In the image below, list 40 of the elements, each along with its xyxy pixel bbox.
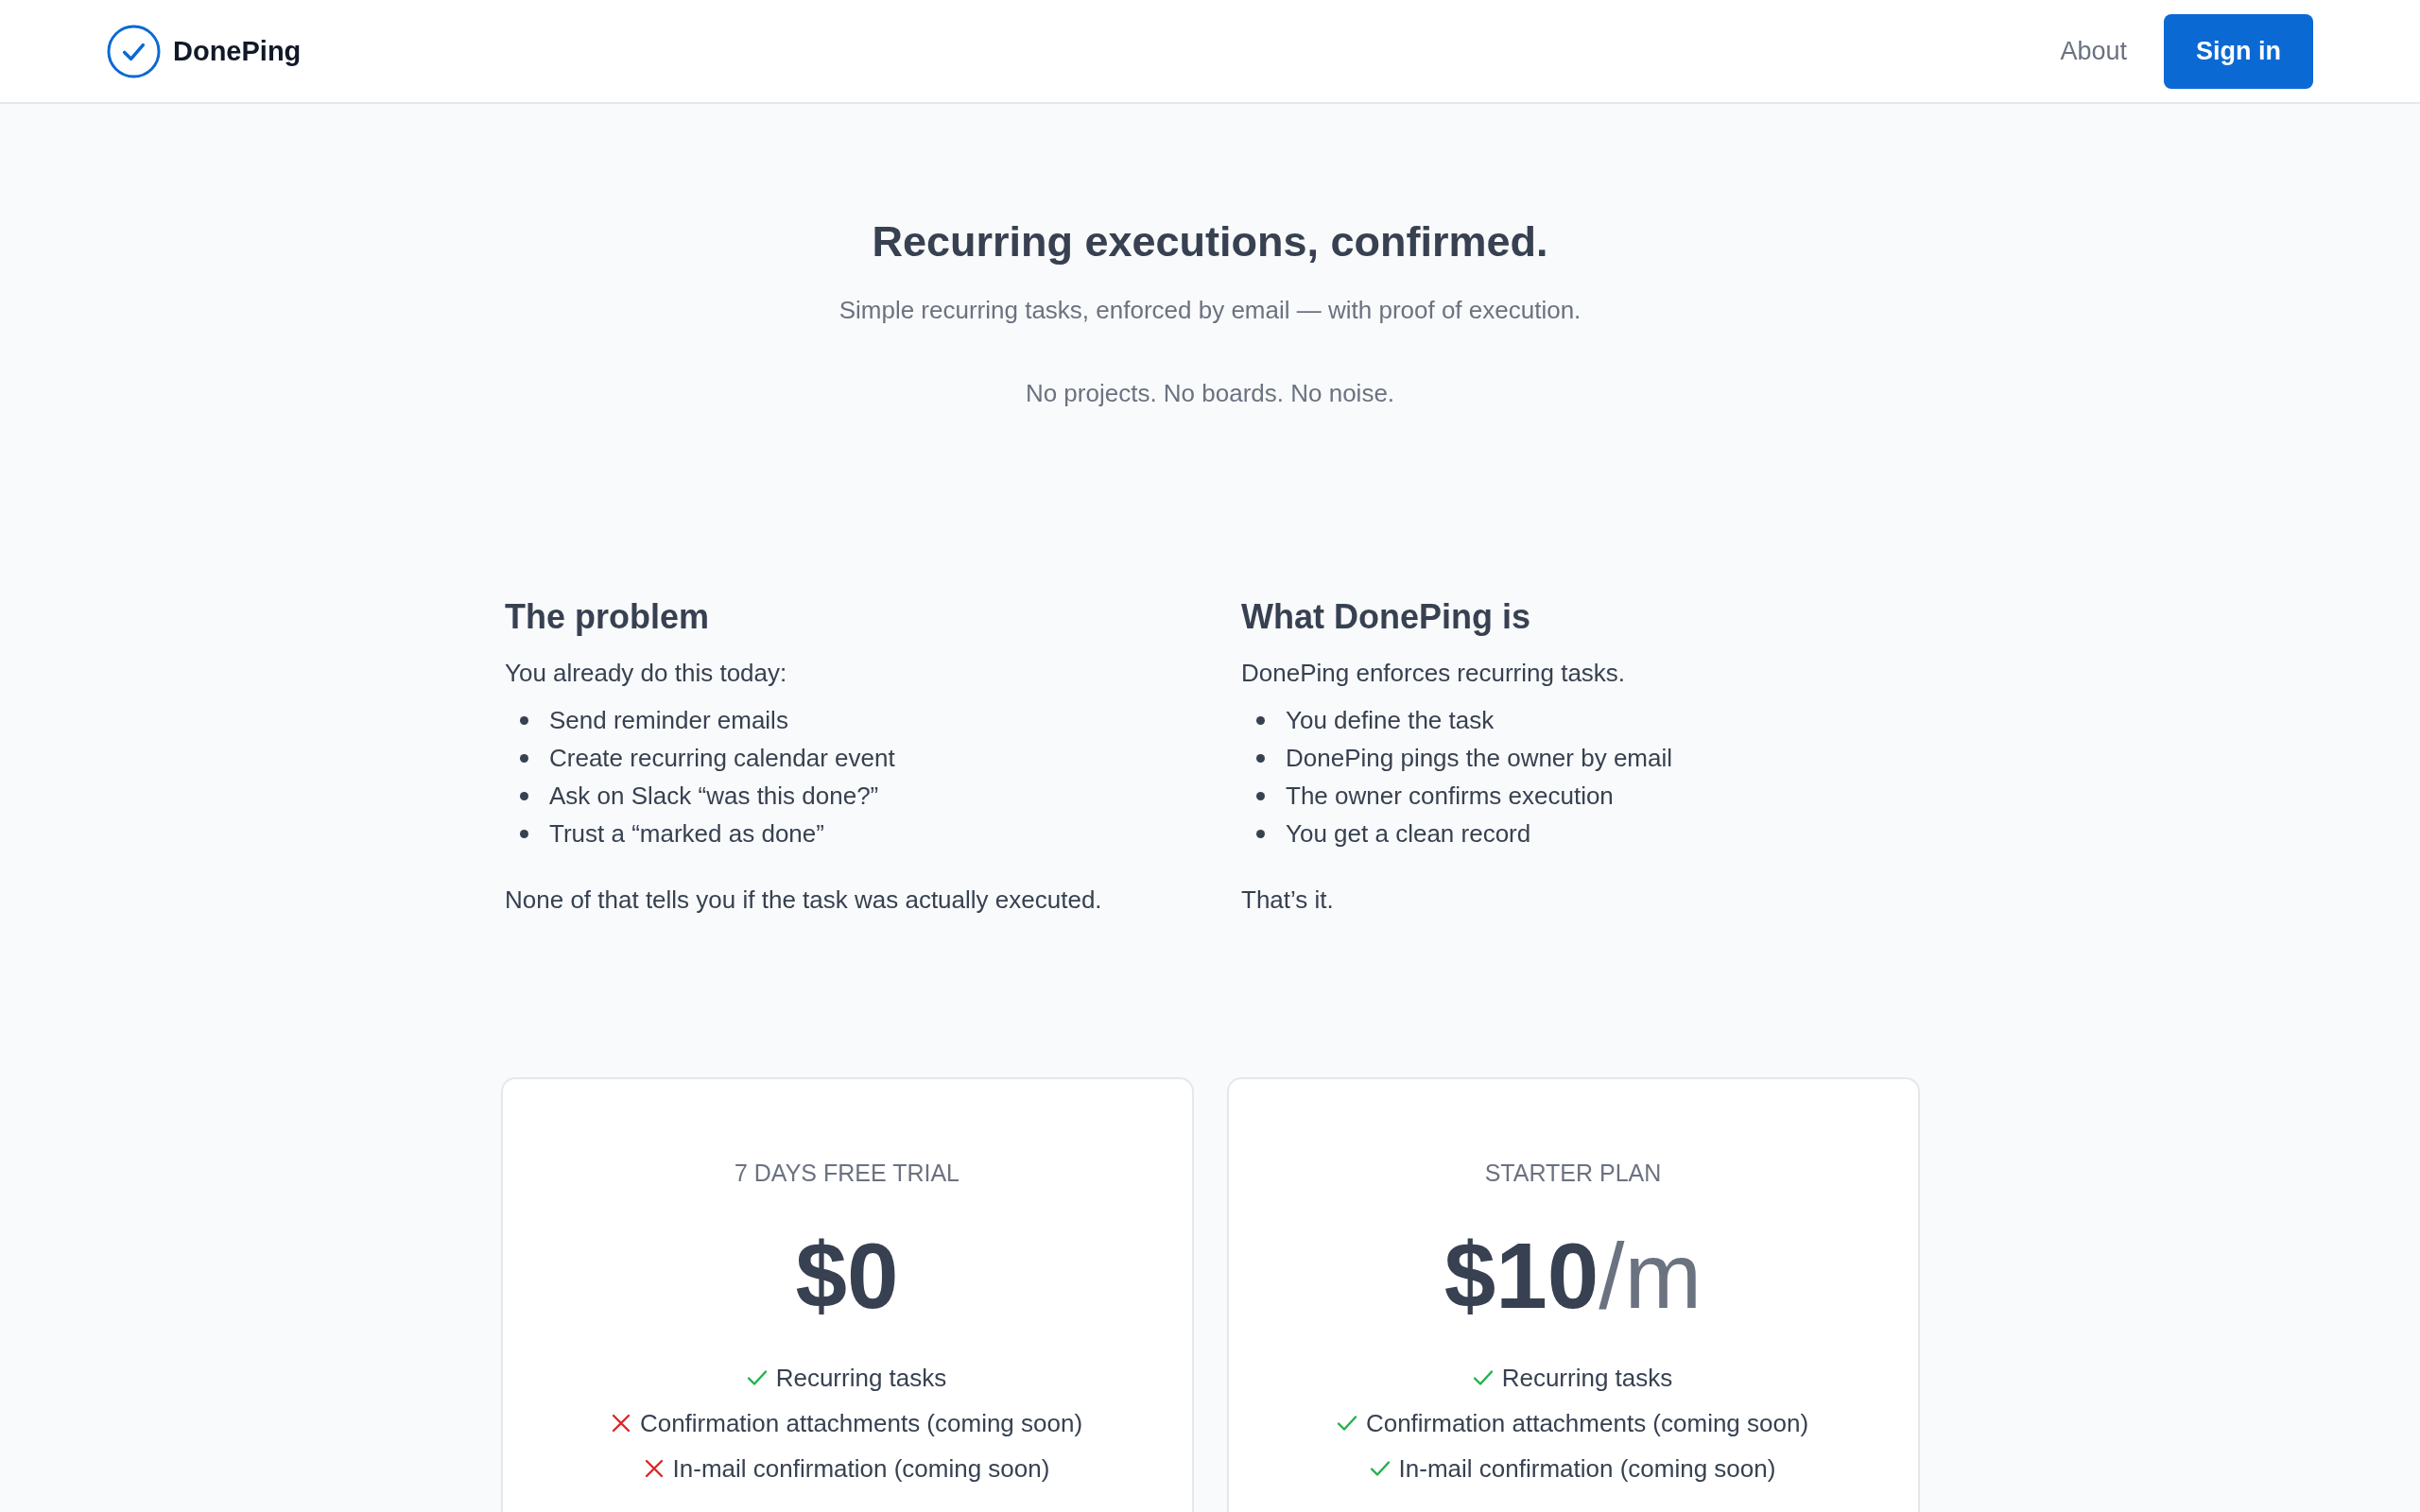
section-conclusion: None of that tells you if the task was actually executed. [505,885,1103,916]
bullet-icon [1256,715,1265,725]
feature-text: Recurring tasks [1501,1363,1673,1393]
section-heading: The problem [505,596,711,638]
bullet-icon [520,791,528,800]
hero-subtitle: Simple recurring tasks, enforced by email — with proof of execution. [838,295,1582,326]
list-item-text: Send reminder emails [549,705,788,735]
about-link[interactable]: About [2060,36,2127,66]
bullet-icon [520,829,528,838]
list-item-text: You get a clean record [1286,818,1531,849]
price-period: /m [1599,1223,1703,1330]
feature-text: Recurring tasks [775,1363,947,1393]
section-intro: You already do this today: [505,658,788,689]
section-intro: DonePing enforces recurring tasks. [1241,658,1627,689]
hero-title: Recurring executions, confirmed. [871,216,1549,267]
bullet-icon [1256,829,1265,838]
list-item-text: DonePing pings the owner by email [1286,743,1673,773]
feature-text: In-mail confirmation (coming soon) [672,1453,1050,1484]
feature-text: Confirmation attachments (coming soon) [639,1408,1083,1438]
plan-name: 7 DAYS FREE TRIAL [734,1159,959,1188]
bullet-icon [1256,753,1265,763]
price-amount: $0 [795,1223,899,1330]
hero-tagline: No projects. No boards. No noise. [1024,378,1396,409]
list-item-text: The owner confirms execution [1286,781,1614,811]
feature-text: Confirmation attachments (coming soon) [1365,1408,1809,1438]
section-heading: What DonePing is [1241,596,1531,638]
price-amount: $10 [1443,1223,1599,1330]
feature-text: In-mail confirmation (coming soon) [1398,1453,1776,1484]
list-item-text: You define the task [1286,705,1495,735]
check-circle-logo-icon[interactable] [107,24,161,78]
plan-name: STARTER PLAN [1484,1159,1662,1188]
bullet-icon [1256,791,1265,800]
brand-name: DonePing [173,35,302,67]
section-conclusion: That’s it. [1241,885,1335,916]
list-item-text: Create recurring calendar event [549,743,895,773]
list-item-text: Trust a “marked as done” [549,818,824,849]
sign-in-button[interactable]: Sign in [2164,13,2313,89]
bullet-icon [520,753,528,763]
list-item-text: Ask on Slack “was this done?” [549,781,879,811]
bullet-icon [520,715,528,725]
